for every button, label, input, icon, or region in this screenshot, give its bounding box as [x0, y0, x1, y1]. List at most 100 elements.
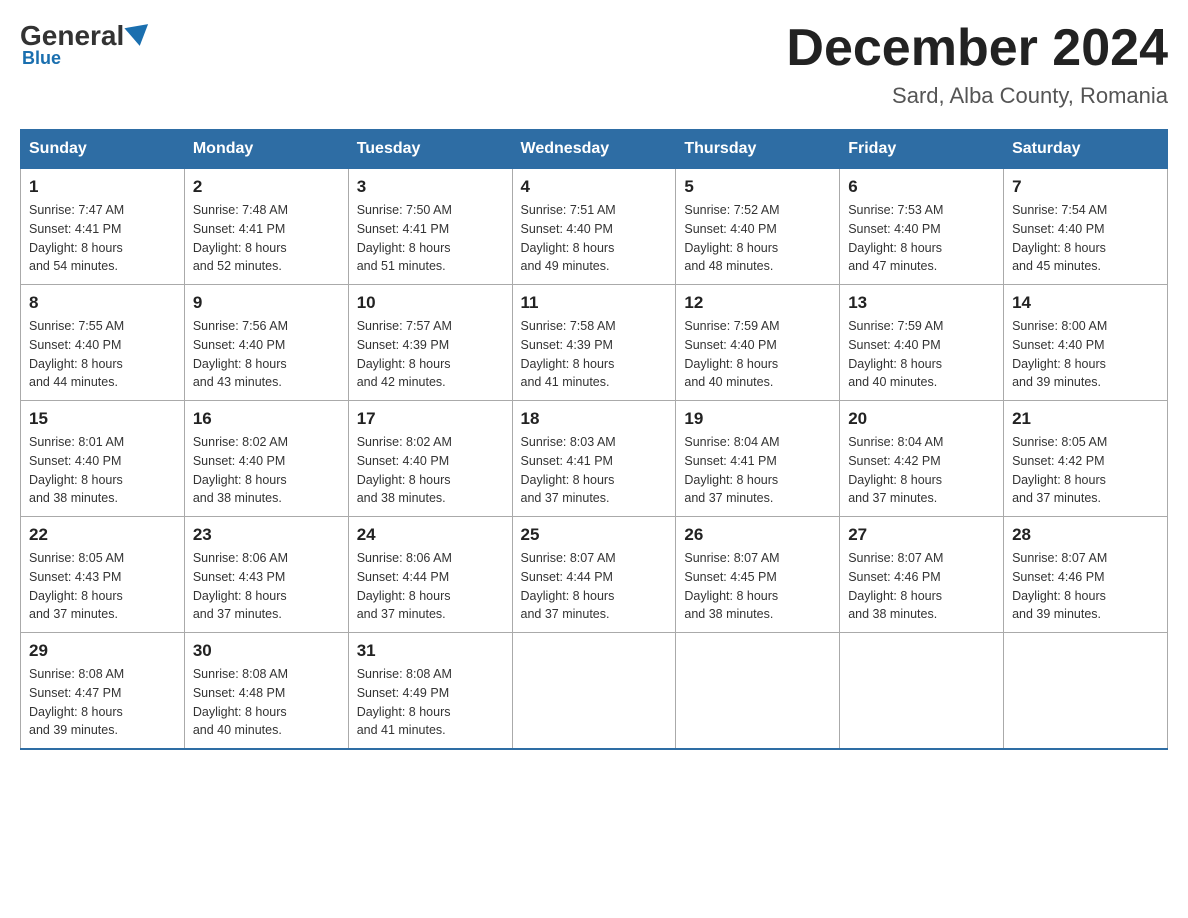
- header-saturday: Saturday: [1004, 130, 1168, 169]
- calendar-week-row: 29Sunrise: 8:08 AMSunset: 4:47 PMDayligh…: [21, 633, 1168, 750]
- day-info: Sunrise: 8:02 AMSunset: 4:40 PMDaylight:…: [357, 433, 504, 508]
- day-info: Sunrise: 8:04 AMSunset: 4:42 PMDaylight:…: [848, 433, 995, 508]
- calendar-table: Sunday Monday Tuesday Wednesday Thursday…: [20, 129, 1168, 750]
- calendar-day-cell: 11 Sunrise: 7:58 AMSunset: 4:39 PMDayligh…: [512, 285, 676, 401]
- day-info: Sunrise: 8:08 AMSunset: 4:48 PMDaylight:…: [193, 665, 340, 740]
- calendar-day-cell: 12 Sunrise: 7:59 AMSunset: 4:40 PMDayligh…: [676, 285, 840, 401]
- day-number: 21: [1012, 409, 1159, 429]
- calendar-day-cell: 21 Sunrise: 8:05 AMSunset: 4:42 PMDayligh…: [1004, 401, 1168, 517]
- day-info: Sunrise: 8:06 AMSunset: 4:43 PMDaylight:…: [193, 549, 340, 624]
- day-info: Sunrise: 7:52 AMSunset: 4:40 PMDaylight:…: [684, 201, 831, 276]
- day-info: Sunrise: 8:08 AMSunset: 4:47 PMDaylight:…: [29, 665, 176, 740]
- day-info: Sunrise: 8:07 AMSunset: 4:45 PMDaylight:…: [684, 549, 831, 624]
- day-info: Sunrise: 7:57 AMSunset: 4:39 PMDaylight:…: [357, 317, 504, 392]
- calendar-day-cell: 17 Sunrise: 8:02 AMSunset: 4:40 PMDayligh…: [348, 401, 512, 517]
- day-info: Sunrise: 7:58 AMSunset: 4:39 PMDaylight:…: [521, 317, 668, 392]
- day-info: Sunrise: 7:56 AMSunset: 4:40 PMDaylight:…: [193, 317, 340, 392]
- calendar-day-cell: 7 Sunrise: 7:54 AMSunset: 4:40 PMDaylight…: [1004, 169, 1168, 285]
- day-number: 26: [684, 525, 831, 545]
- day-info: Sunrise: 7:59 AMSunset: 4:40 PMDaylight:…: [684, 317, 831, 392]
- day-info: Sunrise: 8:07 AMSunset: 4:46 PMDaylight:…: [1012, 549, 1159, 624]
- day-number: 3: [357, 177, 504, 197]
- day-number: 13: [848, 293, 995, 313]
- day-info: Sunrise: 7:48 AMSunset: 4:41 PMDaylight:…: [193, 201, 340, 276]
- day-info: Sunrise: 7:54 AMSunset: 4:40 PMDaylight:…: [1012, 201, 1159, 276]
- day-number: 25: [521, 525, 668, 545]
- day-number: 28: [1012, 525, 1159, 545]
- day-number: 6: [848, 177, 995, 197]
- calendar-week-row: 1Sunrise: 7:47 AMSunset: 4:41 PMDaylight…: [21, 169, 1168, 285]
- header-thursday: Thursday: [676, 130, 840, 169]
- day-number: 15: [29, 409, 176, 429]
- header-friday: Friday: [840, 130, 1004, 169]
- day-number: 11: [521, 293, 668, 313]
- calendar-day-cell: 19 Sunrise: 8:04 AMSunset: 4:41 PMDayligh…: [676, 401, 840, 517]
- calendar-day-cell: 23 Sunrise: 8:06 AMSunset: 4:43 PMDayligh…: [184, 517, 348, 633]
- logo: General Blue: [20, 20, 152, 69]
- calendar-day-cell: 27 Sunrise: 8:07 AMSunset: 4:46 PMDayligh…: [840, 517, 1004, 633]
- calendar-day-cell: [1004, 633, 1168, 750]
- day-number: 5: [684, 177, 831, 197]
- header-wednesday: Wednesday: [512, 130, 676, 169]
- calendar-week-row: 22Sunrise: 8:05 AMSunset: 4:43 PMDayligh…: [21, 517, 1168, 633]
- calendar-day-cell: 22Sunrise: 8:05 AMSunset: 4:43 PMDayligh…: [21, 517, 185, 633]
- day-number: 27: [848, 525, 995, 545]
- day-info: Sunrise: 7:50 AMSunset: 4:41 PMDaylight:…: [357, 201, 504, 276]
- day-number: 17: [357, 409, 504, 429]
- day-info: Sunrise: 8:04 AMSunset: 4:41 PMDaylight:…: [684, 433, 831, 508]
- header-sunday: Sunday: [21, 130, 185, 169]
- day-info: Sunrise: 8:06 AMSunset: 4:44 PMDaylight:…: [357, 549, 504, 624]
- calendar-day-cell: [840, 633, 1004, 750]
- calendar-day-cell: 25 Sunrise: 8:07 AMSunset: 4:44 PMDayligh…: [512, 517, 676, 633]
- day-info: Sunrise: 7:47 AMSunset: 4:41 PMDaylight:…: [29, 201, 176, 276]
- day-number: 20: [848, 409, 995, 429]
- day-info: Sunrise: 7:53 AMSunset: 4:40 PMDaylight:…: [848, 201, 995, 276]
- day-info: Sunrise: 7:51 AMSunset: 4:40 PMDaylight:…: [521, 201, 668, 276]
- day-number: 24: [357, 525, 504, 545]
- day-number: 19: [684, 409, 831, 429]
- title-section: December 2024 Sard, Alba County, Romania: [786, 20, 1168, 109]
- calendar-day-cell: 10 Sunrise: 7:57 AMSunset: 4:39 PMDayligh…: [348, 285, 512, 401]
- day-info: Sunrise: 8:07 AMSunset: 4:44 PMDaylight:…: [521, 549, 668, 624]
- calendar-day-cell: 31Sunrise: 8:08 AMSunset: 4:49 PMDayligh…: [348, 633, 512, 750]
- calendar-day-cell: 4Sunrise: 7:51 AMSunset: 4:40 PMDaylight…: [512, 169, 676, 285]
- day-number: 12: [684, 293, 831, 313]
- day-info: Sunrise: 8:07 AMSunset: 4:46 PMDaylight:…: [848, 549, 995, 624]
- calendar-day-cell: 9Sunrise: 7:56 AMSunset: 4:40 PMDaylight…: [184, 285, 348, 401]
- calendar-day-cell: 6 Sunrise: 7:53 AMSunset: 4:40 PMDaylight…: [840, 169, 1004, 285]
- day-info: Sunrise: 8:00 AMSunset: 4:40 PMDaylight:…: [1012, 317, 1159, 392]
- calendar-day-cell: 29Sunrise: 8:08 AMSunset: 4:47 PMDayligh…: [21, 633, 185, 750]
- calendar-day-cell: 18Sunrise: 8:03 AMSunset: 4:41 PMDayligh…: [512, 401, 676, 517]
- logo-triangle-icon: [125, 24, 152, 48]
- day-number: 7: [1012, 177, 1159, 197]
- day-info: Sunrise: 7:59 AMSunset: 4:40 PMDaylight:…: [848, 317, 995, 392]
- day-number: 2: [193, 177, 340, 197]
- calendar-title: December 2024: [786, 20, 1168, 77]
- day-number: 23: [193, 525, 340, 545]
- calendar-day-cell: 13 Sunrise: 7:59 AMSunset: 4:40 PMDayligh…: [840, 285, 1004, 401]
- calendar-day-cell: [676, 633, 840, 750]
- calendar-day-cell: 5 Sunrise: 7:52 AMSunset: 4:40 PMDaylight…: [676, 169, 840, 285]
- calendar-day-cell: 24 Sunrise: 8:06 AMSunset: 4:44 PMDayligh…: [348, 517, 512, 633]
- day-info: Sunrise: 8:05 AMSunset: 4:43 PMDaylight:…: [29, 549, 176, 624]
- logo-subtitle: Blue: [22, 48, 61, 69]
- calendar-day-cell: 14 Sunrise: 8:00 AMSunset: 4:40 PMDayligh…: [1004, 285, 1168, 401]
- calendar-day-cell: 26 Sunrise: 8:07 AMSunset: 4:45 PMDayligh…: [676, 517, 840, 633]
- day-number: 30: [193, 641, 340, 661]
- header-tuesday: Tuesday: [348, 130, 512, 169]
- calendar-header-row: Sunday Monday Tuesday Wednesday Thursday…: [21, 130, 1168, 169]
- day-number: 14: [1012, 293, 1159, 313]
- calendar-day-cell: 1Sunrise: 7:47 AMSunset: 4:41 PMDaylight…: [21, 169, 185, 285]
- calendar-location: Sard, Alba County, Romania: [786, 83, 1168, 109]
- day-info: Sunrise: 8:01 AMSunset: 4:40 PMDaylight:…: [29, 433, 176, 508]
- calendar-day-cell: 3 Sunrise: 7:50 AMSunset: 4:41 PMDaylight…: [348, 169, 512, 285]
- calendar-day-cell: 15 Sunrise: 8:01 AMSunset: 4:40 PMDayligh…: [21, 401, 185, 517]
- calendar-day-cell: [512, 633, 676, 750]
- calendar-day-cell: 30 Sunrise: 8:08 AMSunset: 4:48 PMDayligh…: [184, 633, 348, 750]
- day-info: Sunrise: 8:02 AMSunset: 4:40 PMDaylight:…: [193, 433, 340, 508]
- calendar-day-cell: 16Sunrise: 8:02 AMSunset: 4:40 PMDayligh…: [184, 401, 348, 517]
- day-number: 10: [357, 293, 504, 313]
- day-info: Sunrise: 8:05 AMSunset: 4:42 PMDaylight:…: [1012, 433, 1159, 508]
- calendar-week-row: 8Sunrise: 7:55 AMSunset: 4:40 PMDaylight…: [21, 285, 1168, 401]
- page-header: General Blue December 2024 Sard, Alba Co…: [20, 20, 1168, 109]
